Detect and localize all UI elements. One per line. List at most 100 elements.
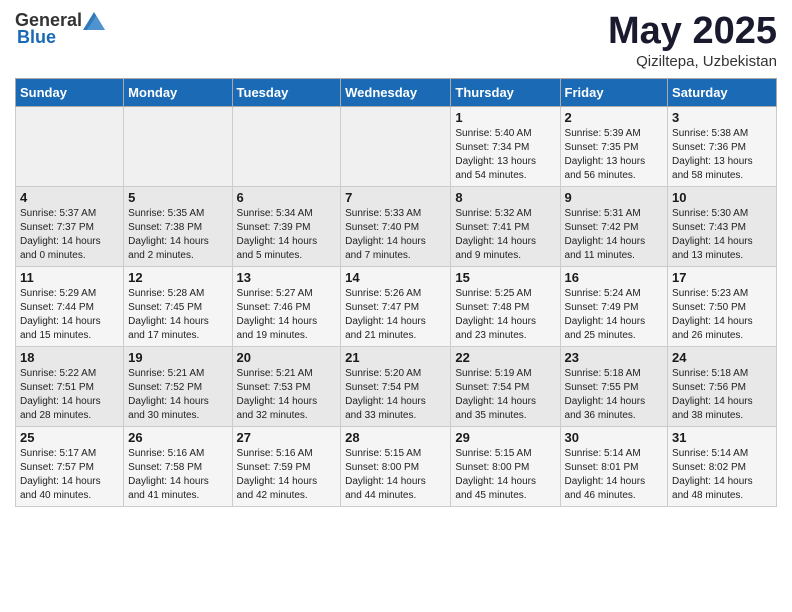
- day-number: 28: [345, 430, 446, 445]
- day-number: 10: [672, 190, 772, 205]
- day-number: 11: [20, 270, 119, 285]
- day-number: 6: [237, 190, 337, 205]
- calendar-cell: 14Sunrise: 5:26 AM Sunset: 7:47 PM Dayli…: [341, 267, 451, 347]
- day-number: 9: [565, 190, 664, 205]
- day-info: Sunrise: 5:22 AM Sunset: 7:51 PM Dayligh…: [20, 367, 119, 423]
- day-info: Sunrise: 5:21 AM Sunset: 7:52 PM Dayligh…: [128, 367, 227, 423]
- day-number: 16: [565, 270, 664, 285]
- day-info: Sunrise: 5:18 AM Sunset: 7:55 PM Dayligh…: [565, 367, 664, 423]
- calendar-cell: 11 Sunrise: 5:29 AM Sunset: 7:44 PM Dayli…: [16, 267, 124, 347]
- calendar-cell: 26 Sunrise: 5:16 AM Sunset: 7:58 PM Dayli…: [124, 427, 232, 507]
- logo-icon: [83, 12, 105, 30]
- day-number: 4: [20, 190, 119, 205]
- col-wednesday: Wednesday: [341, 79, 451, 107]
- logo-blue: Blue: [17, 27, 56, 48]
- calendar-cell: 19 Sunrise: 5:21 AM Sunset: 7:52 PM Dayli…: [124, 347, 232, 427]
- day-info: Sunrise: 5:18 AM Sunset: 7:56 PM Dayligh…: [672, 367, 772, 423]
- calendar-cell: 30Sunrise: 5:14 AM Sunset: 8:01 PM Dayli…: [560, 427, 668, 507]
- calendar-cell: 23 Sunrise: 5:18 AM Sunset: 7:55 PM Dayli…: [560, 347, 668, 427]
- day-number: 31: [672, 430, 772, 445]
- page-container: General Blue May 2025 Qiziltepa, Uzbekis…: [0, 0, 792, 517]
- day-number: 2: [565, 110, 664, 125]
- day-info: Sunrise: 5:32 AM Sunset: 7:41 PM Dayligh…: [455, 207, 555, 263]
- day-number: 26: [128, 430, 227, 445]
- location: Qiziltepa, Uzbekistan: [608, 53, 777, 70]
- calendar-cell: 2 Sunrise: 5:39 AM Sunset: 7:35 PM Daylig…: [560, 107, 668, 187]
- calendar-cell: 15 Sunrise: 5:25 AM Sunset: 7:48 PM Dayli…: [451, 267, 560, 347]
- calendar-cell: 1Sunrise: 5:40 AM Sunset: 7:34 PM Daylig…: [451, 107, 560, 187]
- calendar-week-0: 1Sunrise: 5:40 AM Sunset: 7:34 PM Daylig…: [16, 107, 777, 187]
- day-number: 13: [237, 270, 337, 285]
- day-info: Sunrise: 5:23 AM Sunset: 7:50 PM Dayligh…: [672, 287, 772, 343]
- title-block: May 2025 Qiziltepa, Uzbekistan: [608, 10, 777, 70]
- day-info: Sunrise: 5:24 AM Sunset: 7:49 PM Dayligh…: [565, 287, 664, 343]
- day-info: Sunrise: 5:38 AM Sunset: 7:36 PM Dayligh…: [672, 127, 772, 183]
- day-number: 14: [345, 270, 446, 285]
- month-title: May 2025: [608, 10, 777, 53]
- col-thursday: Thursday: [451, 79, 560, 107]
- day-number: 27: [237, 430, 337, 445]
- calendar-cell: 5 Sunrise: 5:35 AM Sunset: 7:38 PM Daylig…: [124, 187, 232, 267]
- day-number: 25: [20, 430, 119, 445]
- col-saturday: Saturday: [668, 79, 777, 107]
- day-info: Sunrise: 5:14 AM Sunset: 8:01 PM Dayligh…: [565, 447, 664, 503]
- day-info: Sunrise: 5:39 AM Sunset: 7:35 PM Dayligh…: [565, 127, 664, 183]
- calendar-cell: 27 Sunrise: 5:16 AM Sunset: 7:59 PM Dayli…: [232, 427, 341, 507]
- day-number: 29: [455, 430, 555, 445]
- calendar-cell: 6 Sunrise: 5:34 AM Sunset: 7:39 PM Daylig…: [232, 187, 341, 267]
- calendar-table: Sunday Monday Tuesday Wednesday Thursday…: [15, 78, 777, 507]
- calendar-cell: 25 Sunrise: 5:17 AM Sunset: 7:57 PM Dayli…: [16, 427, 124, 507]
- day-number: 17: [672, 270, 772, 285]
- calendar-cell: 10Sunrise: 5:30 AM Sunset: 7:43 PM Dayli…: [668, 187, 777, 267]
- calendar-cell: 24 Sunrise: 5:18 AM Sunset: 7:56 PM Dayli…: [668, 347, 777, 427]
- calendar-cell: [124, 107, 232, 187]
- day-info: Sunrise: 5:15 AM Sunset: 8:00 PM Dayligh…: [455, 447, 555, 503]
- day-info: Sunrise: 5:29 AM Sunset: 7:44 PM Dayligh…: [20, 287, 119, 343]
- day-info: Sunrise: 5:25 AM Sunset: 7:48 PM Dayligh…: [455, 287, 555, 343]
- calendar-cell: 7Sunrise: 5:33 AM Sunset: 7:40 PM Daylig…: [341, 187, 451, 267]
- day-info: Sunrise: 5:28 AM Sunset: 7:45 PM Dayligh…: [128, 287, 227, 343]
- day-number: 5: [128, 190, 227, 205]
- day-info: Sunrise: 5:14 AM Sunset: 8:02 PM Dayligh…: [672, 447, 772, 503]
- day-number: 15: [455, 270, 555, 285]
- day-info: Sunrise: 5:35 AM Sunset: 7:38 PM Dayligh…: [128, 207, 227, 263]
- day-number: 18: [20, 350, 119, 365]
- day-info: Sunrise: 5:20 AM Sunset: 7:54 PM Dayligh…: [345, 367, 446, 423]
- day-info: Sunrise: 5:16 AM Sunset: 7:59 PM Dayligh…: [237, 447, 337, 503]
- logo: General Blue: [15, 10, 105, 48]
- calendar-cell: 22Sunrise: 5:19 AM Sunset: 7:54 PM Dayli…: [451, 347, 560, 427]
- calendar-cell: 4 Sunrise: 5:37 AM Sunset: 7:37 PM Daylig…: [16, 187, 124, 267]
- page-header: General Blue May 2025 Qiziltepa, Uzbekis…: [15, 10, 777, 70]
- calendar-week-1: 4 Sunrise: 5:37 AM Sunset: 7:37 PM Daylig…: [16, 187, 777, 267]
- day-number: 23: [565, 350, 664, 365]
- calendar-cell: 21Sunrise: 5:20 AM Sunset: 7:54 PM Dayli…: [341, 347, 451, 427]
- day-number: 1: [455, 110, 555, 125]
- calendar-cell: 31 Sunrise: 5:14 AM Sunset: 8:02 PM Dayli…: [668, 427, 777, 507]
- calendar-cell: 17 Sunrise: 5:23 AM Sunset: 7:50 PM Dayli…: [668, 267, 777, 347]
- calendar-cell: 18 Sunrise: 5:22 AM Sunset: 7:51 PM Dayli…: [16, 347, 124, 427]
- col-sunday: Sunday: [16, 79, 124, 107]
- calendar-week-2: 11 Sunrise: 5:29 AM Sunset: 7:44 PM Dayli…: [16, 267, 777, 347]
- col-monday: Monday: [124, 79, 232, 107]
- calendar-cell: 13 Sunrise: 5:27 AM Sunset: 7:46 PM Dayli…: [232, 267, 341, 347]
- day-number: 24: [672, 350, 772, 365]
- day-number: 8: [455, 190, 555, 205]
- day-number: 22: [455, 350, 555, 365]
- day-number: 7: [345, 190, 446, 205]
- day-info: Sunrise: 5:17 AM Sunset: 7:57 PM Dayligh…: [20, 447, 119, 503]
- col-friday: Friday: [560, 79, 668, 107]
- day-info: Sunrise: 5:34 AM Sunset: 7:39 PM Dayligh…: [237, 207, 337, 263]
- calendar-cell: 28 Sunrise: 5:15 AM Sunset: 8:00 PM Dayli…: [341, 427, 451, 507]
- day-info: Sunrise: 5:37 AM Sunset: 7:37 PM Dayligh…: [20, 207, 119, 263]
- calendar-cell: 16 Sunrise: 5:24 AM Sunset: 7:49 PM Dayli…: [560, 267, 668, 347]
- day-number: 12: [128, 270, 227, 285]
- day-info: Sunrise: 5:27 AM Sunset: 7:46 PM Dayligh…: [237, 287, 337, 343]
- calendar-cell: 29 Sunrise: 5:15 AM Sunset: 8:00 PM Dayli…: [451, 427, 560, 507]
- day-number: 19: [128, 350, 227, 365]
- day-info: Sunrise: 5:15 AM Sunset: 8:00 PM Dayligh…: [345, 447, 446, 503]
- day-info: Sunrise: 5:16 AM Sunset: 7:58 PM Dayligh…: [128, 447, 227, 503]
- calendar-cell: 9Sunrise: 5:31 AM Sunset: 7:42 PM Daylig…: [560, 187, 668, 267]
- day-number: 20: [237, 350, 337, 365]
- calendar-week-4: 25 Sunrise: 5:17 AM Sunset: 7:57 PM Dayli…: [16, 427, 777, 507]
- calendar-cell: [16, 107, 124, 187]
